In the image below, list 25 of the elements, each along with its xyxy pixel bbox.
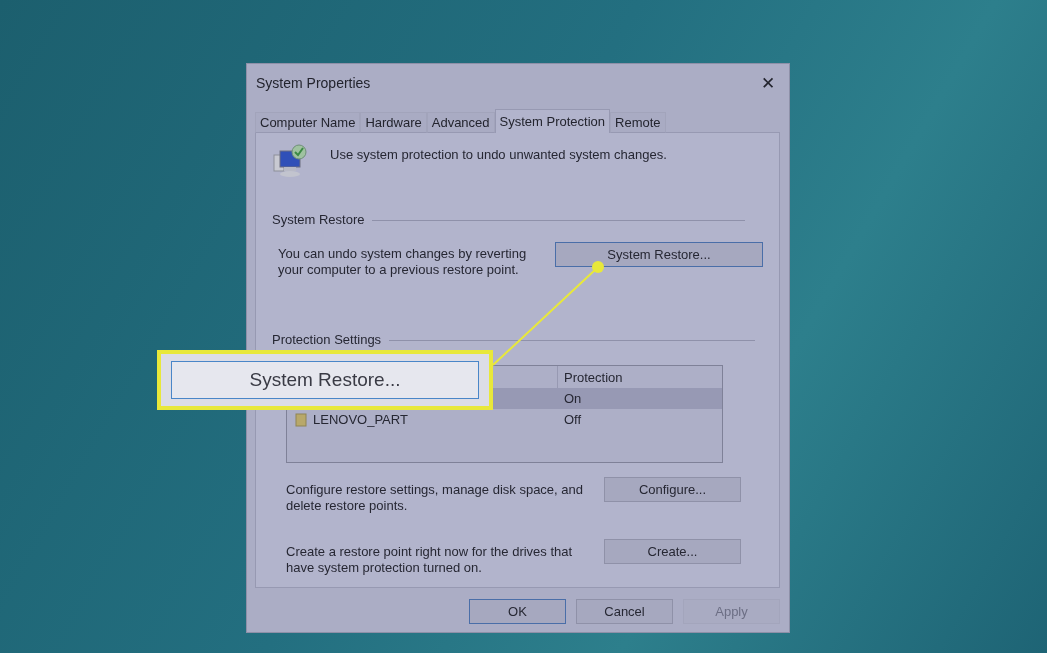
action-button[interactable]: Create... <box>604 539 741 564</box>
description-text: Configure restore settings, manage disk space, and delete restore points. <box>286 482 584 514</box>
table-cell-text: On <box>563 391 582 406</box>
computer-shield-icon <box>272 143 310 179</box>
action-button[interactable]: Configure... <box>604 477 741 502</box>
close-button[interactable]: ✕ <box>757 72 779 94</box>
table-cell: LENOVO_PART <box>313 412 408 427</box>
table-row[interactable]: LENOVO_PART Off <box>287 409 722 430</box>
tab[interactable]: System Protection <box>494 109 611 133</box>
tab[interactable]: Computer Name <box>255 112 361 133</box>
tab[interactable]: Hardware <box>360 112 427 133</box>
tab[interactable]: Remote <box>610 112 666 133</box>
magnified-button[interactable]: System Restore... <box>171 361 479 399</box>
description-text: You can undo system changes by reverting your computer to a previous restore point. <box>278 246 528 278</box>
system-restore-button[interactable]: System Restore... <box>555 242 763 267</box>
window-title: System Properties <box>256 75 371 91</box>
drive-icon <box>295 412 307 427</box>
dialog-button[interactable]: OK <box>469 599 566 624</box>
dialog-button[interactable]: Cancel <box>576 599 673 624</box>
group-title: Protection Settings <box>272 332 382 348</box>
group-title: System Restore <box>272 212 365 228</box>
tab[interactable]: Advanced <box>426 112 495 133</box>
description-text: Create a restore point right now for the drives that have system protection turned on. <box>286 544 574 576</box>
table-cell-text: Off <box>563 412 582 427</box>
intro-text: Use system protection to undo unwanted system changes. <box>330 147 667 163</box>
